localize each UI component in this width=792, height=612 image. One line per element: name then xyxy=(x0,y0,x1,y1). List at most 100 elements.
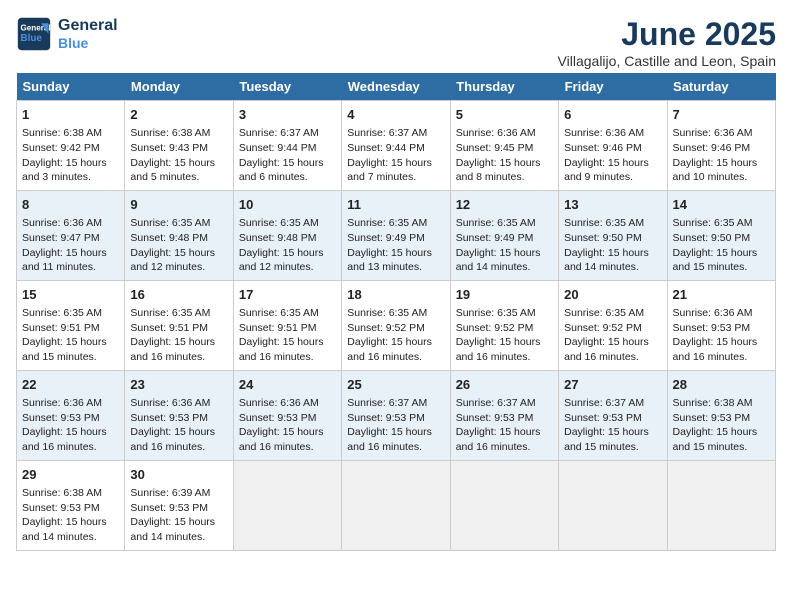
day-number: 21 xyxy=(673,286,770,304)
day-info-line: and 16 minutes. xyxy=(239,350,336,365)
day-info-line: Sunset: 9:46 PM xyxy=(673,141,770,156)
calendar-week-row: 29Sunrise: 6:38 AMSunset: 9:53 PMDayligh… xyxy=(17,460,776,550)
day-info-line: Sunrise: 6:36 AM xyxy=(456,126,553,141)
col-thursday: Thursday xyxy=(450,73,558,101)
day-info-line: Sunrise: 6:38 AM xyxy=(22,126,119,141)
day-info-line: Daylight: 15 hours xyxy=(130,335,227,350)
day-info-line: and 8 minutes. xyxy=(456,170,553,185)
col-monday: Monday xyxy=(125,73,233,101)
calendar-cell: 5Sunrise: 6:36 AMSunset: 9:45 PMDaylight… xyxy=(450,101,558,191)
logo-icon: General Blue xyxy=(16,16,52,52)
day-info-line: Sunrise: 6:35 AM xyxy=(673,216,770,231)
day-number: 9 xyxy=(130,196,227,214)
day-info-line: Sunset: 9:47 PM xyxy=(22,231,119,246)
day-info-line: Sunset: 9:53 PM xyxy=(347,411,444,426)
day-info-line: and 12 minutes. xyxy=(239,260,336,275)
day-number: 24 xyxy=(239,376,336,394)
day-number: 13 xyxy=(564,196,661,214)
day-info-line: and 16 minutes. xyxy=(347,350,444,365)
day-number: 1 xyxy=(22,106,119,124)
day-info-line: Sunset: 9:53 PM xyxy=(456,411,553,426)
day-info-line: Daylight: 15 hours xyxy=(22,156,119,171)
calendar-cell: 13Sunrise: 6:35 AMSunset: 9:50 PMDayligh… xyxy=(559,190,667,280)
day-info-line: Sunset: 9:51 PM xyxy=(239,321,336,336)
calendar-cell: 29Sunrise: 6:38 AMSunset: 9:53 PMDayligh… xyxy=(17,460,125,550)
day-number: 6 xyxy=(564,106,661,124)
day-info-line: Sunset: 9:50 PM xyxy=(673,231,770,246)
day-info-line: and 7 minutes. xyxy=(347,170,444,185)
day-info-line: Sunset: 9:53 PM xyxy=(673,321,770,336)
day-info-line: Daylight: 15 hours xyxy=(239,425,336,440)
day-info-line: Daylight: 15 hours xyxy=(130,156,227,171)
day-info-line: Sunrise: 6:38 AM xyxy=(673,396,770,411)
calendar-cell: 16Sunrise: 6:35 AMSunset: 9:51 PMDayligh… xyxy=(125,280,233,370)
calendar-cell: 24 Sunrise: 6:36 AMSunset: 9:53 PMDayligh… xyxy=(233,370,341,460)
day-info-line: Daylight: 15 hours xyxy=(673,156,770,171)
day-info-line: Daylight: 15 hours xyxy=(347,335,444,350)
day-info-line: Daylight: 15 hours xyxy=(456,425,553,440)
day-info-line: and 15 minutes. xyxy=(564,440,661,455)
day-info-line: Sunrise: 6:37 AM xyxy=(456,396,553,411)
day-info-line: Sunset: 9:43 PM xyxy=(130,141,227,156)
day-info-line: Sunset: 9:46 PM xyxy=(564,141,661,156)
calendar-cell: 6Sunrise: 6:36 AMSunset: 9:46 PMDaylight… xyxy=(559,101,667,191)
day-info-line: and 15 minutes. xyxy=(673,260,770,275)
calendar-cell: 22Sunrise: 6:36 AMSunset: 9:53 PMDayligh… xyxy=(17,370,125,460)
day-info-line: and 16 minutes. xyxy=(456,350,553,365)
day-info-line: and 16 minutes. xyxy=(347,440,444,455)
day-info-line: Sunrise: 6:36 AM xyxy=(673,306,770,321)
day-number: 2 xyxy=(130,106,227,124)
day-number: 26 xyxy=(456,376,553,394)
calendar-cell xyxy=(450,460,558,550)
calendar-cell: 7Sunrise: 6:36 AMSunset: 9:46 PMDaylight… xyxy=(667,101,775,191)
day-info-line: Sunset: 9:49 PM xyxy=(456,231,553,246)
calendar-cell: 12Sunrise: 6:35 AMSunset: 9:49 PMDayligh… xyxy=(450,190,558,280)
day-info-line: Sunset: 9:52 PM xyxy=(456,321,553,336)
day-info-line: Sunset: 9:53 PM xyxy=(130,501,227,516)
day-info-line: and 15 minutes. xyxy=(673,440,770,455)
day-number: 12 xyxy=(456,196,553,214)
col-sunday: Sunday xyxy=(17,73,125,101)
day-info-line: Sunrise: 6:35 AM xyxy=(347,306,444,321)
day-info-line: and 11 minutes. xyxy=(22,260,119,275)
day-info-line: Sunset: 9:53 PM xyxy=(22,411,119,426)
day-info-line: Daylight: 15 hours xyxy=(22,515,119,530)
day-number: 15 xyxy=(22,286,119,304)
day-number: 10 xyxy=(239,196,336,214)
day-info-line: and 5 minutes. xyxy=(130,170,227,185)
day-number: 14 xyxy=(673,196,770,214)
calendar-cell: 25Sunrise: 6:37 AMSunset: 9:53 PMDayligh… xyxy=(342,370,450,460)
day-info-line: Sunrise: 6:35 AM xyxy=(347,216,444,231)
day-info-line: Sunrise: 6:36 AM xyxy=(564,126,661,141)
day-info-line: Daylight: 15 hours xyxy=(564,335,661,350)
day-number: 23 xyxy=(130,376,227,394)
day-info-line: Daylight: 15 hours xyxy=(130,425,227,440)
day-info-line: Sunrise: 6:35 AM xyxy=(564,306,661,321)
day-info-line: and 14 minutes. xyxy=(456,260,553,275)
day-info-line: Sunset: 9:53 PM xyxy=(239,411,336,426)
day-number: 16 xyxy=(130,286,227,304)
day-info-line: Sunrise: 6:35 AM xyxy=(239,306,336,321)
day-info-line: Sunrise: 6:36 AM xyxy=(239,396,336,411)
day-info-line: Sunset: 9:53 PM xyxy=(673,411,770,426)
day-info-line: and 16 minutes. xyxy=(22,440,119,455)
day-info-line: Sunset: 9:48 PM xyxy=(130,231,227,246)
day-number: 8 xyxy=(22,196,119,214)
calendar-cell: 26 Sunrise: 6:37 AMSunset: 9:53 PMDayligh… xyxy=(450,370,558,460)
day-info-line: Daylight: 15 hours xyxy=(22,335,119,350)
calendar-week-row: 15Sunrise: 6:35 AMSunset: 9:51 PMDayligh… xyxy=(17,280,776,370)
day-info-line: and 13 minutes. xyxy=(347,260,444,275)
day-number: 19 xyxy=(456,286,553,304)
day-info-line: Sunset: 9:48 PM xyxy=(239,231,336,246)
calendar-cell: 23Sunrise: 6:36 AMSunset: 9:53 PMDayligh… xyxy=(125,370,233,460)
day-info-line: Sunrise: 6:36 AM xyxy=(22,396,119,411)
calendar-cell: 18Sunrise: 6:35 AMSunset: 9:52 PMDayligh… xyxy=(342,280,450,370)
day-info-line: Sunrise: 6:38 AM xyxy=(22,486,119,501)
day-info-line: Daylight: 15 hours xyxy=(347,425,444,440)
day-number: 4 xyxy=(347,106,444,124)
calendar-cell: 20Sunrise: 6:35 AMSunset: 9:52 PMDayligh… xyxy=(559,280,667,370)
day-info-line: Sunset: 9:45 PM xyxy=(456,141,553,156)
calendar-cell xyxy=(233,460,341,550)
calendar-cell: 15Sunrise: 6:35 AMSunset: 9:51 PMDayligh… xyxy=(17,280,125,370)
day-info-line: Sunrise: 6:35 AM xyxy=(22,306,119,321)
